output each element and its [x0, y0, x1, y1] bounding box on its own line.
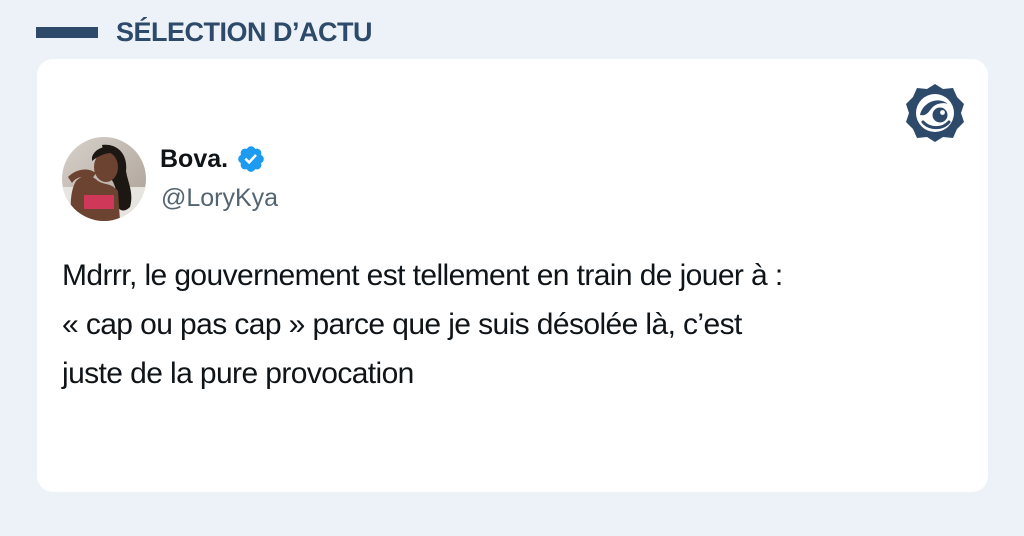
author-avatar[interactable]	[62, 137, 146, 221]
tweet-card: Bova. @LoryKya Mdrrr, le gouvernement es…	[37, 59, 988, 492]
tweet-text: Mdrrr, le gouvernement est tellement en …	[62, 251, 982, 398]
author-name[interactable]: Bova.	[160, 145, 228, 174]
section-header: SÉLECTION D’ACTU	[36, 14, 373, 50]
section-title: SÉLECTION D’ACTU	[116, 16, 373, 47]
avatar-photo	[62, 137, 146, 221]
tweet-text-line: Mdrrr, le gouvernement est tellement en …	[62, 259, 783, 292]
verified-badge-icon	[238, 146, 264, 172]
author-name-row: Bova.	[160, 141, 266, 177]
author-handle[interactable]: @LoryKya	[161, 184, 278, 213]
brand-eye-logo-icon	[906, 84, 964, 142]
tweet-text-line: « cap ou pas cap » parce que je suis dés…	[62, 308, 742, 341]
header-accent-bar	[36, 26, 98, 38]
tweet-text-line: juste de la pure provocation	[62, 357, 414, 390]
